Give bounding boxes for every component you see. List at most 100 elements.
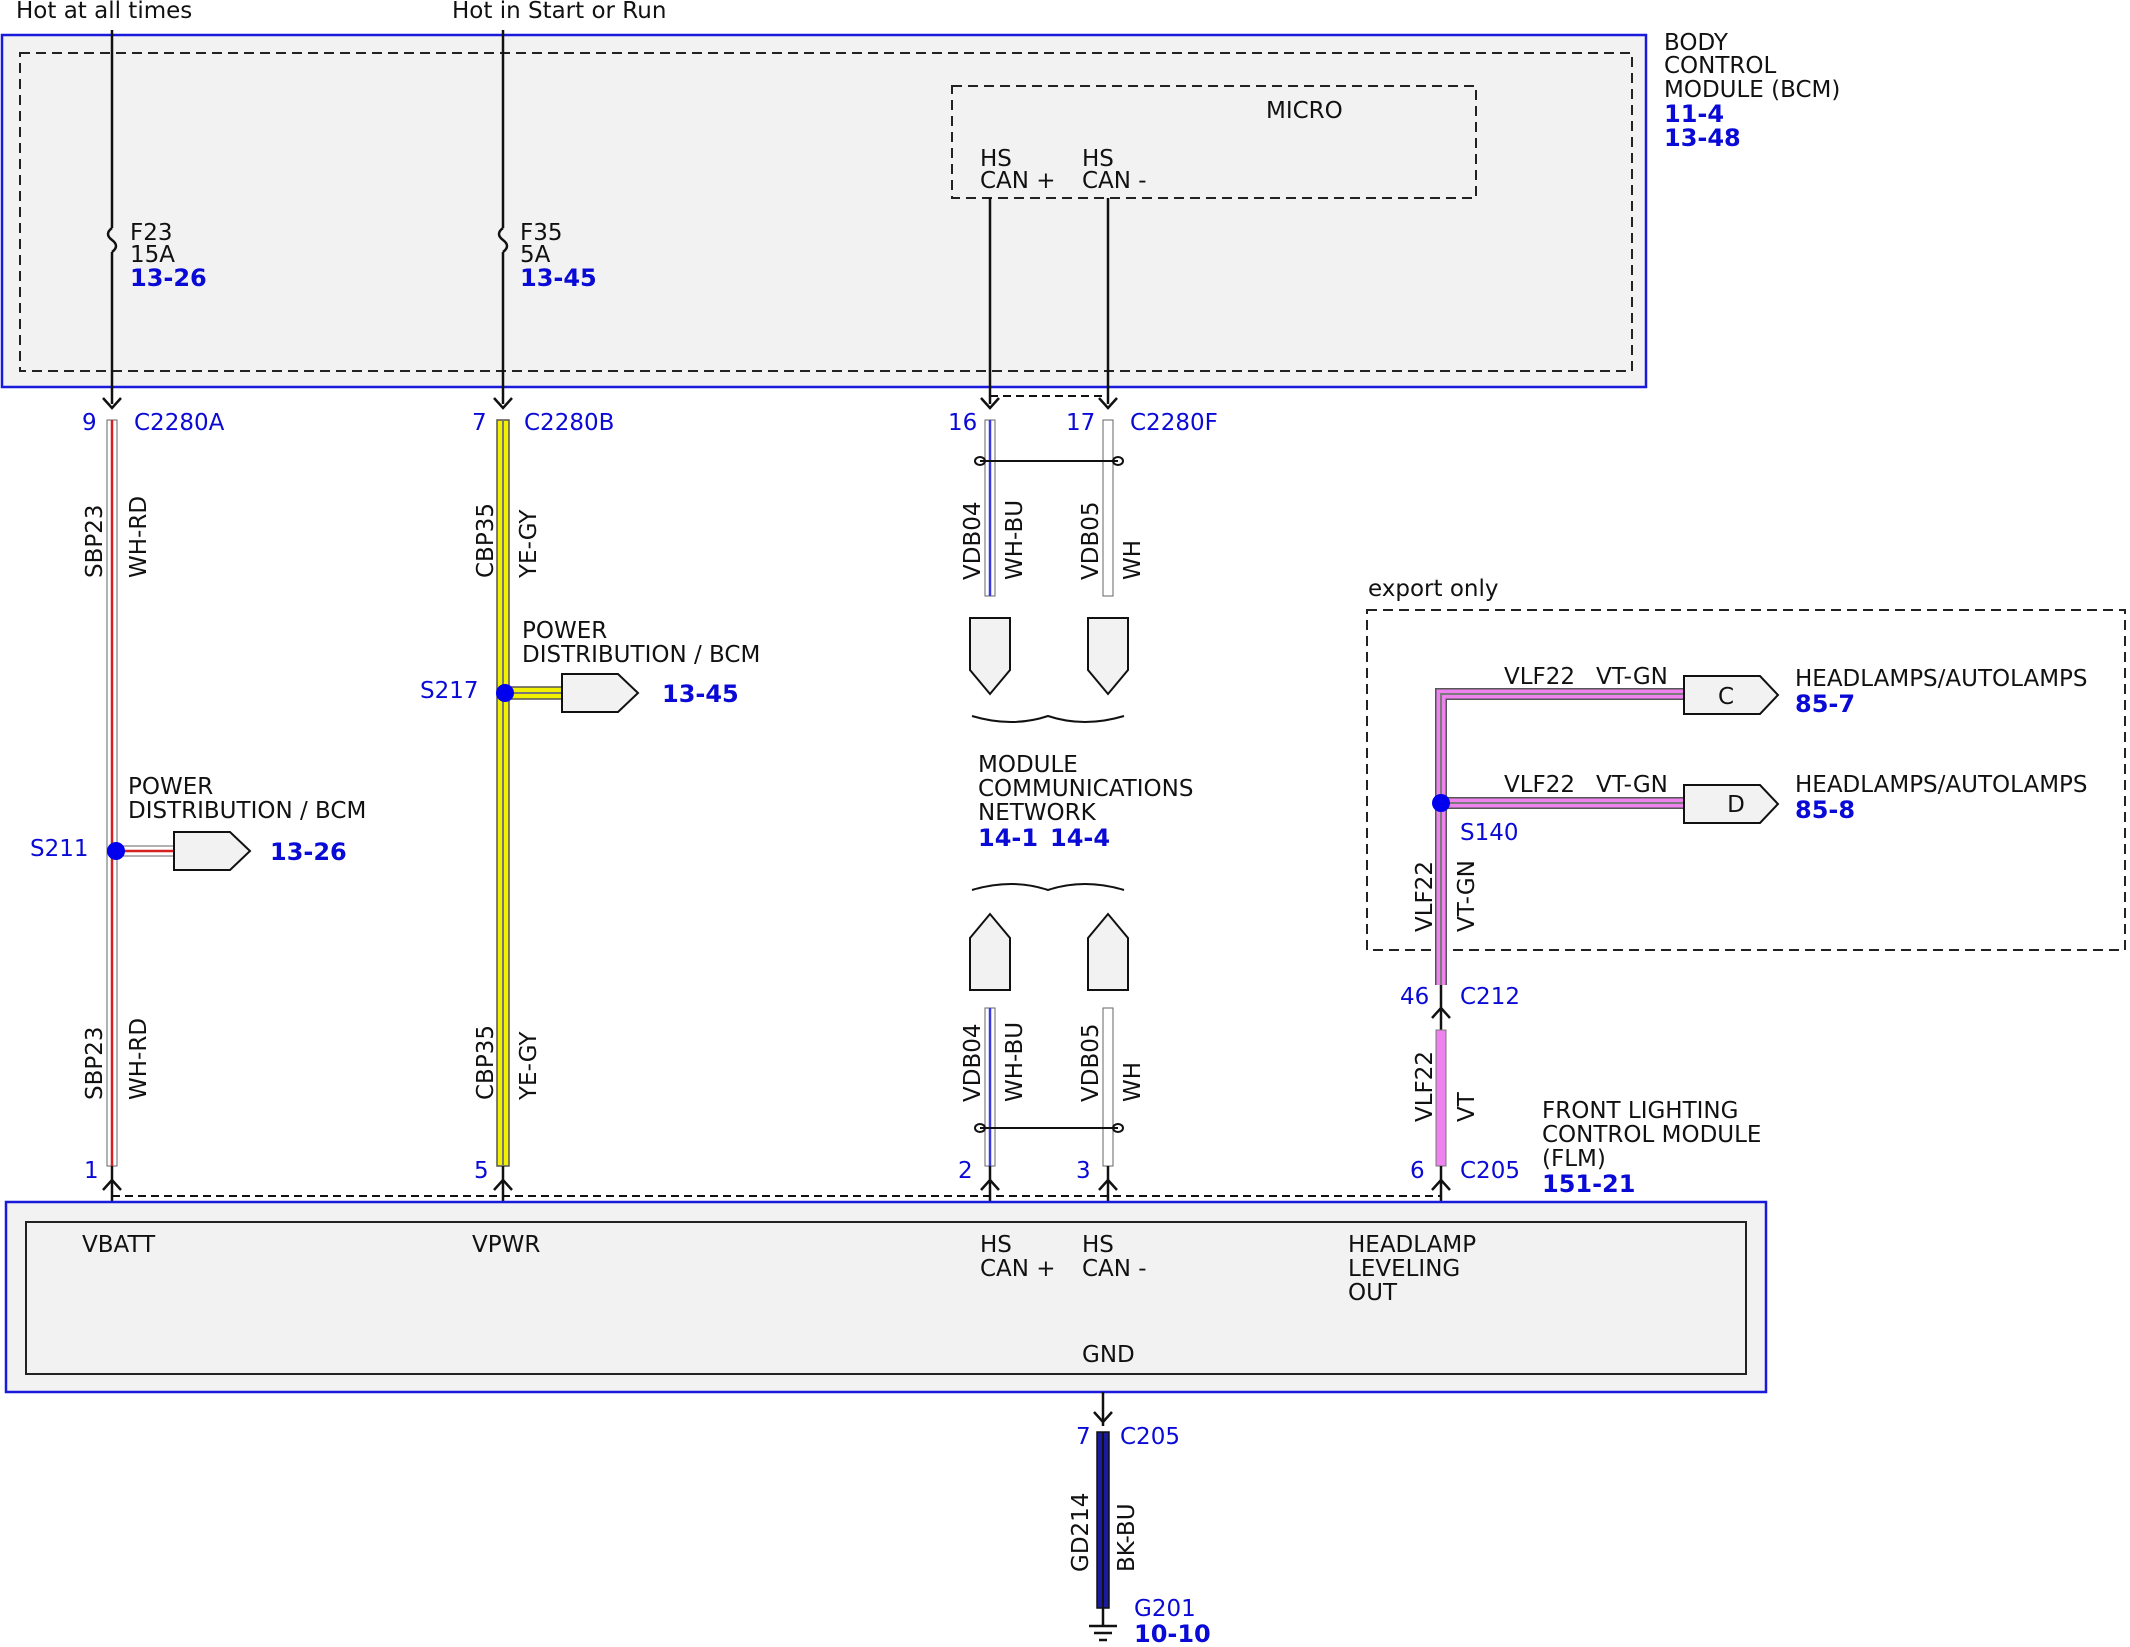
cbp35-color-bottom: YE-GY <box>516 1031 542 1101</box>
network-label-3: NETWORK <box>978 800 1097 826</box>
circuit-vlf22: export only S140 VLF22 VT-GN VLF22 VT-GN… <box>1366 576 2126 1202</box>
s211-connector-arrow <box>173 831 252 871</box>
sbp23-color-bottom: WH-RD <box>126 1018 152 1100</box>
splice-s140-dot <box>1432 794 1450 812</box>
flm-hs-minus-2: CAN - <box>1082 1256 1147 1282</box>
flm-name-2: CONTROL MODULE <box>1542 1122 1761 1148</box>
gd214-circuit: GD214 <box>1068 1493 1094 1572</box>
can-minus-connector-bottom <box>1087 912 1129 991</box>
vdb04-color-bottom: WH-BU <box>1002 1022 1028 1102</box>
bcm-hs-can-minus-label-2: CAN - <box>1082 168 1147 194</box>
vdb04-circuit-bottom: VDB04 <box>960 1024 986 1103</box>
c2280f-name: C2280F <box>1130 410 1218 436</box>
flm-name-1: FRONT LIGHTING <box>1542 1098 1738 1124</box>
headlamps-c-ref[interactable]: 85-7 <box>1795 690 1855 718</box>
s211-dest-1: POWER <box>128 774 213 800</box>
sbp23-circuit-top: SBP23 <box>82 504 108 578</box>
bcm-module: MICRO HS CAN + HS CAN - BODY CONTROL MOD… <box>0 30 1840 389</box>
vlf22-vt-color: VT <box>1454 1091 1480 1122</box>
headlamps-c-dest: HEADLAMPS/AUTOLAMPS <box>1795 666 2088 692</box>
supply-hot-start-run: Hot in Start or Run <box>452 0 666 24</box>
network-label-2: COMMUNICATIONS <box>978 776 1193 802</box>
vlf22-color-c: VT-GN <box>1596 664 1668 690</box>
flm-headlamp-1: HEADLAMP <box>1348 1232 1476 1258</box>
vlf22-circuit-c: VLF22 <box>1504 664 1575 690</box>
s211-ref-link[interactable]: 13-26 <box>270 838 347 866</box>
s217-dest-2: DISTRIBUTION / BCM <box>522 642 760 668</box>
micro-label: MICRO <box>1266 98 1343 124</box>
c205-pin-1: 1 <box>84 1158 99 1184</box>
diagram-canvas: MICRO HS CAN + HS CAN - BODY CONTROL MOD… <box>0 0 2126 1647</box>
c212-pin: 46 <box>1400 984 1429 1010</box>
splice-s217-dot <box>496 684 514 702</box>
splice-s211-dot <box>107 842 125 860</box>
c205-pin-2: 2 <box>958 1158 973 1184</box>
sbp23-circuit-bottom: SBP23 <box>82 1026 108 1100</box>
ground-g201-name: G201 <box>1134 1596 1196 1622</box>
flm-name-3: (FLM) <box>1542 1146 1606 1172</box>
vdb05-color-top: WH <box>1120 540 1146 580</box>
flm-hs-minus-1: HS <box>1082 1232 1114 1258</box>
c205-pin-3: 3 <box>1076 1158 1091 1184</box>
bcm-name-2: CONTROL <box>1664 53 1777 79</box>
vlf22-circuit-d: VLF22 <box>1504 772 1575 798</box>
cbp35-circuit-top: CBP35 <box>473 503 499 578</box>
bcm-ref-link-2[interactable]: 13-48 <box>1664 124 1741 152</box>
flm-vbatt: VBATT <box>82 1232 156 1258</box>
wire-vdb05-top <box>1102 419 1114 597</box>
c205-gnd-pin: 7 <box>1076 1424 1091 1450</box>
flm-headlamp-3: OUT <box>1348 1280 1398 1306</box>
s217-connector-arrow <box>561 673 640 713</box>
s211-dest-2: DISTRIBUTION / BCM <box>128 798 366 824</box>
vlf22-color-vertical: VT-GN <box>1454 860 1480 932</box>
sbp23-color-top: WH-RD <box>126 496 152 578</box>
connector-c-letter: C <box>1718 684 1734 710</box>
cbp35-color-top: YE-GY <box>516 509 542 579</box>
ground-g201-ref[interactable]: 10-10 <box>1134 1620 1211 1647</box>
flm-headlamp-2: LEVELING <box>1348 1256 1460 1282</box>
c2280b-pin: 7 <box>472 410 487 436</box>
headlamps-d-ref[interactable]: 85-8 <box>1795 796 1855 824</box>
c205-pin-6: 6 <box>1410 1158 1425 1184</box>
splice-s211-name: S211 <box>30 836 89 862</box>
vdb05-color-bottom: WH <box>1120 1062 1146 1102</box>
vlf22-color-d: VT-GN <box>1596 772 1668 798</box>
flm-module: VBATT VPWR HS CAN + HS CAN - HEADLAMP LE… <box>4 1098 1768 1394</box>
c205-gnd-name: C205 <box>1120 1424 1180 1450</box>
splice-s140-name: S140 <box>1460 820 1519 846</box>
c2280f-pin-16: 16 <box>948 410 977 436</box>
flm-hs-plus-2: CAN + <box>980 1256 1056 1282</box>
flm-gnd: GND <box>1082 1342 1135 1368</box>
vlf22-vt-circuit: VLF22 <box>1412 1051 1438 1122</box>
c212-name: C212 <box>1460 984 1520 1010</box>
network-ref-link-1[interactable]: 14-1 <box>978 824 1038 852</box>
wiring-diagram: MICRO HS CAN + HS CAN - BODY CONTROL MOD… <box>0 0 2130 1647</box>
fuse-f35-ref[interactable]: 13-45 <box>520 264 597 292</box>
can-plus-connector-bottom <box>969 912 1011 991</box>
export-only-label: export only <box>1368 576 1498 602</box>
vdb04-circuit-top: VDB04 <box>960 502 986 581</box>
connector-d-letter: D <box>1727 792 1745 818</box>
flm-hs-plus-1: HS <box>980 1232 1012 1258</box>
c205-top-name: C205 <box>1460 1158 1520 1184</box>
vdb05-circuit-top: VDB05 <box>1078 502 1104 581</box>
supply-hot-all-times: Hot at all times <box>16 0 192 24</box>
network-label-1: MODULE <box>978 752 1078 778</box>
bcm-hs-can-plus-label-2: CAN + <box>980 168 1056 194</box>
flm-ref-link[interactable]: 151-21 <box>1542 1170 1635 1198</box>
can-plus-connector-top <box>969 617 1011 696</box>
vdb05-circuit-bottom: VDB05 <box>1078 1024 1104 1103</box>
c2280a-pin: 9 <box>82 410 97 436</box>
wire-vdb05-bottom <box>1102 1007 1114 1167</box>
c2280a-name: C2280A <box>134 410 225 436</box>
headlamps-d-dest: HEADLAMPS/AUTOLAMPS <box>1795 772 2088 798</box>
vlf22-circuit-vertical: VLF22 <box>1412 861 1438 932</box>
cbp35-circuit-bottom: CBP35 <box>473 1025 499 1100</box>
vdb04-color-top: WH-BU <box>1002 500 1028 580</box>
flm-vpwr: VPWR <box>472 1232 540 1258</box>
circuit-gd214: 7 C205 GD214 BK-BU G201 10-10 <box>1068 1392 1211 1647</box>
splice-s217-name: S217 <box>420 678 479 704</box>
s217-ref-link[interactable]: 13-45 <box>662 680 739 708</box>
fuse-f23-ref[interactable]: 13-26 <box>130 264 207 292</box>
network-ref-link-2[interactable]: 14-4 <box>1050 824 1110 852</box>
